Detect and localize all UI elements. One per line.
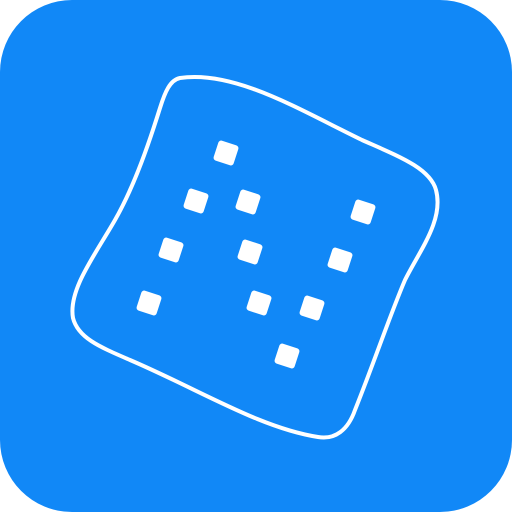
app-icon[interactable] bbox=[0, 0, 512, 512]
dice-grid-icon bbox=[0, 0, 512, 512]
